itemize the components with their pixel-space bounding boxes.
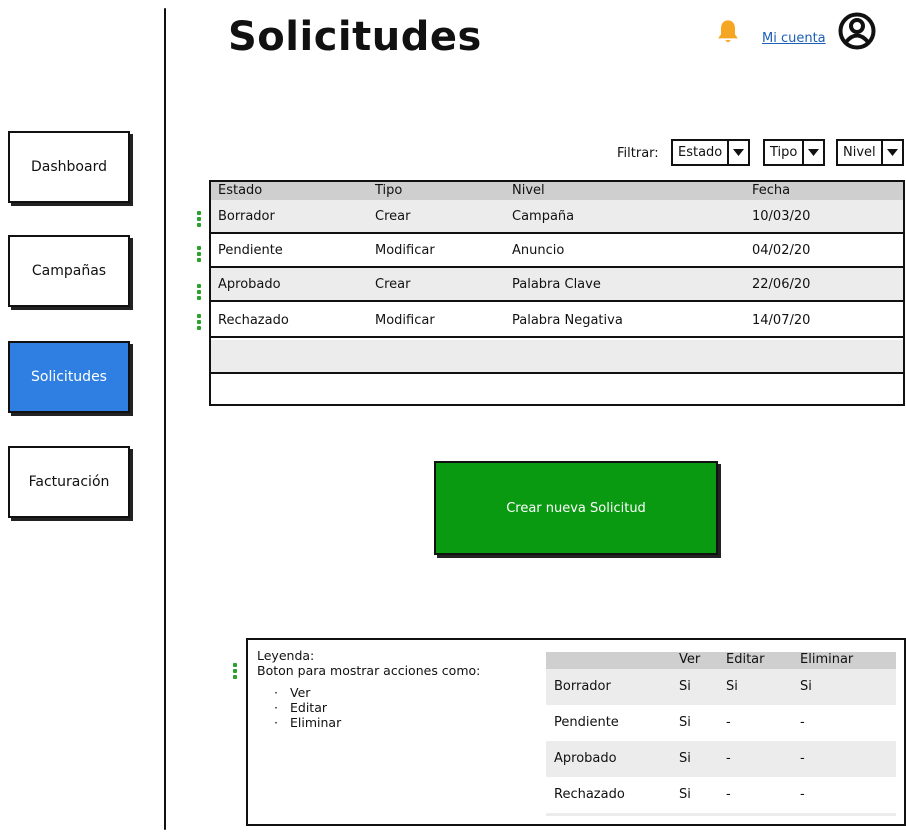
caret-down-icon [727,141,748,164]
legend-cell-eliminar: Si [800,679,812,694]
dropdown-value: Estado [678,145,723,160]
filter-label: Filtrar: [617,146,659,161]
kebab-menu-icon[interactable] [197,314,201,330]
estado-filter-dropdown[interactable]: Estado [671,139,751,166]
legend-cell-ver: Si [679,715,691,730]
legend-cell-editar: - [726,715,731,730]
tipo-filter-dropdown[interactable]: Tipo [763,139,826,166]
legend-cell-eliminar: - [800,751,805,766]
bell-icon[interactable] [714,18,742,46]
legend-cell-editar: - [726,787,731,802]
legend-table-row: Aprobado Si - - [546,741,896,777]
legend-title-block: Leyenda: Boton para mostrar acciones com… [257,648,480,678]
legend-table-header: Ver Editar Eliminar [546,652,896,669]
table-row[interactable]: Borrador Crear Campaña 10/03/20 [211,200,903,234]
dropdown-value: Nivel [843,145,876,160]
page-title: Solicitudes [228,14,482,60]
create-request-label: Crear nueva Solicitud [506,500,646,516]
column-header[interactable]: Tipo [375,183,402,198]
table-row[interactable]: Rechazado Modificar Palabra Negativa 14/… [211,304,903,338]
sidebar-item-solicitudes[interactable]: Solicitudes [8,341,130,413]
legend-description: Boton para mostrar acciones como: [257,663,481,678]
cell-fecha: 22/06/20 [752,277,811,292]
legend-cell-estado: Aprobado [554,751,617,766]
caret-down-icon [880,141,902,164]
table-row[interactable]: Pendiente Modificar Anuncio 04/02/20 [211,234,903,268]
column-header[interactable]: Nivel [512,183,545,198]
sidebar-item-label: Dashboard [31,159,107,175]
legend-cell-editar: Si [726,679,738,694]
sidebar-item-campanas[interactable]: Campañas [8,235,130,307]
requests-table: Estado Tipo Nivel Fecha Borrador Crear C… [209,180,905,406]
column-header: Ver [679,652,701,667]
create-request-button[interactable]: Crear nueva Solicitud [434,461,718,555]
legend-cell-estado: Rechazado [554,787,625,802]
legend-title: Leyenda: [257,648,315,663]
cell-nivel: Campaña [512,209,575,224]
cell-fecha: 14/07/20 [752,313,811,328]
sidebar-item-label: Facturación [28,474,110,490]
cell-estado: Rechazado [218,313,289,328]
legend-cell-eliminar: - [800,715,805,730]
cell-estado: Borrador [218,209,275,224]
legend-panel: Leyenda: Boton para mostrar acciones com… [246,638,906,826]
column-header[interactable]: Estado [218,183,262,198]
kebab-menu-icon[interactable] [197,211,201,227]
nivel-filter-dropdown[interactable]: Nivel [836,139,904,166]
sidebar-item-label: Solicitudes [31,369,107,385]
dropdown-value: Tipo [770,145,798,160]
kebab-menu-icon [233,663,237,679]
legend-cell-ver: Si [679,751,691,766]
column-header: Eliminar [800,652,854,667]
cell-tipo: Modificar [375,243,435,258]
legend-cell-eliminar: - [800,787,805,802]
cell-estado: Aprobado [218,277,281,292]
cell-tipo: Modificar [375,313,435,328]
legend-cell-estado: Borrador [554,679,611,694]
sidebar-divider [164,8,166,830]
cell-nivel: Palabra Negativa [512,313,623,328]
kebab-menu-icon[interactable] [197,284,201,300]
cell-estado: Pendiente [218,243,283,258]
legend-table-row: Pendiente Si - - [546,705,896,741]
legend-table-row: Borrador Si Si Si [546,669,896,705]
legend-cell-ver: Si [679,787,691,802]
legend-table-row: Rechazado Si - - [546,777,896,816]
caret-down-icon [802,141,823,164]
cell-tipo: Crear [375,209,411,224]
column-header: Editar [726,652,765,667]
legend-actions-list: Ver Editar Eliminar [274,685,341,730]
table-row[interactable]: Aprobado Crear Palabra Clave 22/06/20 [211,268,903,302]
sidebar-item-facturacion[interactable]: Facturación [8,446,130,518]
sidebar-item-dashboard[interactable]: Dashboard [8,131,130,203]
cell-tipo: Crear [375,277,411,292]
legend-action-item: Ver [274,685,341,700]
cell-nivel: Palabra Clave [512,277,601,292]
user-circle-icon[interactable] [838,12,876,50]
account-link[interactable]: Mi cuenta [762,31,826,46]
legend-cell-estado: Pendiente [554,715,619,730]
kebab-menu-icon[interactable] [197,246,201,262]
column-header[interactable]: Fecha [752,183,790,198]
legend-cell-ver: Si [679,679,691,694]
cell-fecha: 10/03/20 [752,209,811,224]
cell-nivel: Anuncio [512,243,565,258]
legend-cell-editar: - [726,751,731,766]
table-row-empty [211,340,903,374]
legend-action-item: Eliminar [274,715,341,730]
legend-action-item: Editar [274,700,341,715]
sidebar-item-label: Campañas [31,263,107,279]
cell-fecha: 04/02/20 [752,243,811,258]
table-header: Estado Tipo Nivel Fecha [211,182,903,202]
